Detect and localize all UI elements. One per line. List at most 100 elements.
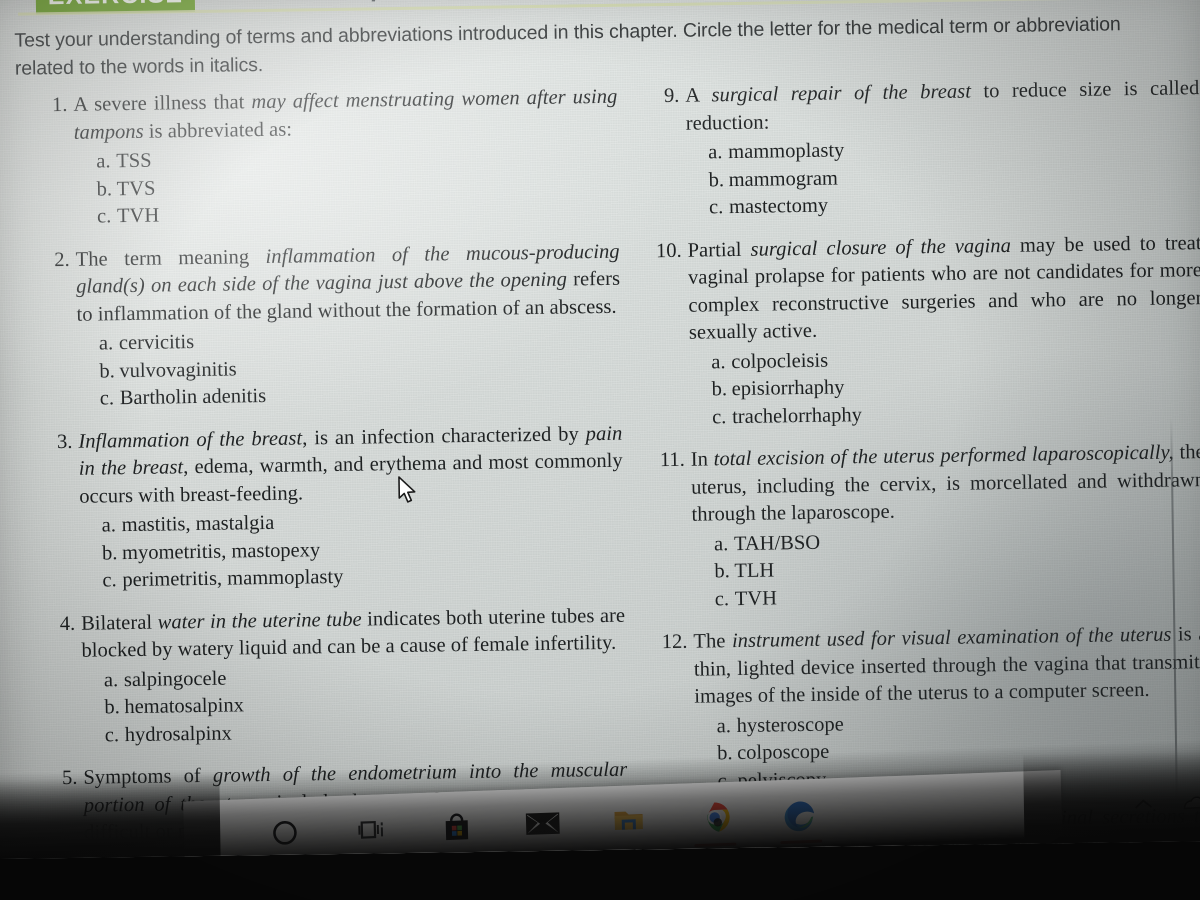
option-letter[interactable]: c.: [97, 203, 117, 231]
option-text: trachelorrhaphy: [731, 403, 863, 428]
mouse-cursor: [398, 476, 416, 503]
option-letter[interactable]: a.: [708, 139, 728, 167]
option-text: TVH: [734, 586, 778, 610]
option-letter[interactable]: a.: [99, 330, 119, 358]
quiz-question: 4. Bilateral water in the uterine tube in…: [45, 602, 627, 750]
option-text: TVS: [116, 177, 156, 200]
answer-options: a. salpingocele b. hematosalpinx c. hydrosalp…: [82, 659, 627, 750]
option-text: TSS: [116, 149, 152, 173]
option-text: salpingocele: [123, 667, 227, 691]
option-text: myometritis, mastopexy: [121, 538, 321, 564]
option-letter[interactable]: b.: [712, 376, 732, 404]
stem-italic-phrase: surgical repair of the breast: [711, 80, 972, 107]
stem-text: The term meaning: [75, 245, 266, 271]
question-number: 11.: [659, 448, 685, 472]
question-stem: Inflammation of the breast, is an infect…: [78, 420, 623, 511]
option-letter[interactable]: a.: [96, 148, 116, 176]
option-letter[interactable]: b.: [96, 176, 116, 204]
stem-text: Bilateral: [80, 611, 158, 635]
stem-text: A severe illness that: [73, 91, 252, 116]
stem-italic-phrase: water in the uterine tube: [157, 608, 362, 634]
question-stem: Bilateral water in the uterine tube indi…: [81, 602, 626, 665]
question-body: A severe illness that may affect menstru…: [73, 84, 619, 232]
answer-options: a. mastitis, mastalgia b. myometritis, mast…: [79, 505, 624, 596]
question-stem: In total excision of the uterus performe…: [691, 439, 1200, 529]
option-letter[interactable]: b.: [104, 694, 124, 722]
option-letter[interactable]: a.: [101, 512, 121, 540]
question-number: 1.: [51, 93, 68, 117]
option-letter[interactable]: b.: [102, 540, 122, 568]
exercise-number: 42: [258, 0, 286, 7]
option-text: mammogram: [728, 166, 839, 191]
stem-text: A: [685, 84, 712, 107]
stem-text: is abbreviated as:: [143, 118, 293, 143]
option-letter[interactable]: a.: [711, 349, 731, 377]
question-body: Partial surgical closure of the vagina m…: [687, 230, 1200, 432]
option-text: cervicitis: [118, 331, 195, 355]
question-number: 2.: [54, 248, 70, 271]
option-text: TLH: [734, 559, 775, 583]
option-text: colpocleisis: [731, 349, 829, 373]
answer-options: a. colpocleisis b. episiorrhaphy c. trachelor…: [689, 342, 1200, 432]
option-text: hematosalpinx: [124, 694, 245, 719]
stem-text: , is an infection characterized by: [301, 422, 586, 449]
option-letter[interactable]: c.: [709, 194, 729, 222]
option-text: episiorrhaphy: [731, 376, 845, 401]
option-letter[interactable]: c.: [712, 404, 732, 432]
question-stem: Partial surgical closure of the vagina m…: [687, 230, 1200, 348]
option-letter[interactable]: b.: [708, 167, 728, 195]
option-text: TAH/BSO: [733, 531, 821, 555]
question-number: 9.: [663, 84, 680, 108]
quiz-question: 1. A severe illness that may affect menst…: [37, 84, 619, 232]
question-body: The term meaning inflammation of the muc…: [76, 238, 622, 413]
option-text: perimetritis, mammoplasty: [122, 565, 344, 592]
stem-text: In: [690, 448, 714, 471]
exercise-title: Chapter Content Quiz: [326, 0, 579, 4]
quiz-question: 11. In total excision of the uterus perfo…: [655, 439, 1200, 614]
quiz-question: 3. Inflammation of the breast, is an infe…: [42, 420, 624, 596]
textbook-page: EXERCISE 42 Chapter Content Quiz Test yo…: [8, 0, 1200, 859]
option-text: TVH: [116, 204, 160, 228]
stem-italic-phrase: Inflammation of the breast: [78, 426, 303, 453]
option-letter[interactable]: c.: [102, 567, 122, 595]
question-number: 10.: [655, 239, 682, 262]
stem-text: The: [693, 630, 733, 653]
question-number: 3.: [56, 430, 73, 453]
answer-options: a. mammoplasty b. mammogram c. mastectomy: [686, 132, 1200, 222]
quiz-question: 9. A surgical repair of the breast to red…: [649, 75, 1200, 223]
question-stem: A surgical repair of the breast to reduc…: [685, 75, 1200, 138]
answer-options: a. TAH/BSO b. TLH c. TVH: [692, 524, 1200, 614]
question-body: A surgical repair of the breast to reduc…: [685, 75, 1200, 222]
option-letter[interactable]: a.: [104, 667, 124, 695]
option-text: hydrosalpinx: [124, 722, 232, 746]
option-letter[interactable]: b.: [714, 558, 734, 586]
option-letter[interactable]: b.: [99, 358, 119, 386]
answer-options: a. TSS b. TVS c. TVH: [74, 141, 619, 232]
option-text: vulvovaginitis: [119, 357, 237, 382]
answer-options: a. cervicitis b. vulvovaginitis c. Bartholin …: [77, 323, 622, 414]
option-letter[interactable]: a.: [714, 531, 734, 559]
option-letter[interactable]: c.: [100, 385, 120, 413]
screenshot-stage: EXERCISE 42 Chapter Content Quiz Test yo…: [0, 0, 1200, 900]
question-stem: The instrument used for visual examinati…: [693, 621, 1200, 711]
option-letter[interactable]: c.: [715, 586, 735, 614]
question-stem: A severe illness that may affect menstru…: [73, 84, 618, 147]
option-text: mastitis, mastalgia: [121, 511, 275, 537]
question-stem: The term meaning inflammation of the muc…: [76, 238, 621, 329]
quiz-question: 2. The term meaning inflammation of the m…: [40, 238, 622, 414]
option-letter[interactable]: c.: [105, 722, 125, 750]
option-text: hysteroscope: [736, 712, 844, 737]
question-body: In total excision of the uterus performe…: [691, 439, 1200, 614]
stem-italic-phrase: surgical closure of the vagina: [750, 234, 1012, 261]
stem-text: Partial: [687, 238, 751, 262]
option-letter[interactable]: a.: [717, 713, 737, 741]
question-body: Inflammation of the breast, is an infect…: [78, 420, 624, 595]
question-number: 4.: [59, 612, 76, 635]
question-body: Bilateral water in the uterine tube indi…: [81, 602, 627, 750]
option-text: mammoplasty: [728, 139, 845, 164]
option-text: Bartholin adenitis: [119, 384, 267, 410]
option-text: mastectomy: [728, 194, 829, 219]
monitor-screen-photo: EXERCISE 42 Chapter Content Quiz Test yo…: [0, 0, 1200, 860]
quiz-column-left: 1. A severe illness that may affect menst…: [37, 84, 628, 859]
quiz-question: 10. Partial surgical closure of the vagin…: [651, 230, 1200, 433]
